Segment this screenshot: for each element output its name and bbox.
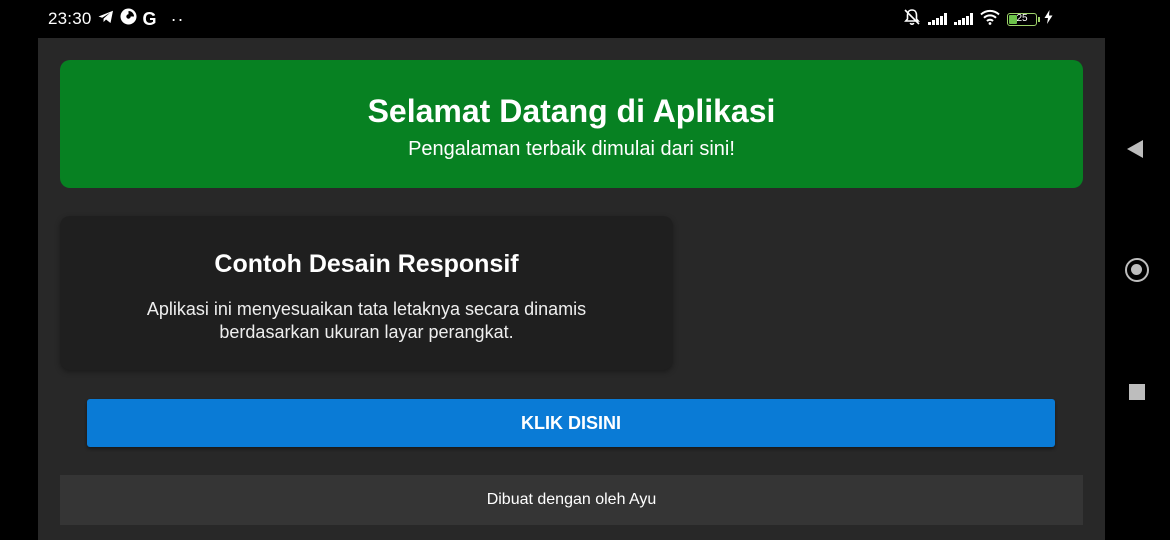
- click-here-button[interactable]: KLIK DISINI: [87, 399, 1055, 447]
- status-bar-right: 25: [903, 8, 1053, 31]
- banner-title: Selamat Datang di Aplikasi: [367, 93, 776, 129]
- charging-icon: [1044, 9, 1053, 29]
- footer: Dibuat dengan oleh Ayu: [60, 475, 1083, 525]
- status-bar: 23:30 G ·· 25: [0, 0, 1170, 38]
- recents-icon[interactable]: [1129, 384, 1145, 400]
- info-card: Contoh Desain Responsif Aplikasi ini men…: [60, 216, 673, 370]
- status-bar-left: 23:30 G ··: [48, 8, 185, 30]
- card-description: Aplikasi ini menyesuaikan tata letaknya …: [146, 299, 587, 342]
- navigation-bar: [1105, 38, 1170, 540]
- welcome-banner: Selamat Datang di Aplikasi Pengalaman te…: [60, 60, 1083, 188]
- signal-icon: [928, 13, 947, 25]
- status-time: 23:30: [48, 9, 92, 28]
- wifi-icon: [980, 9, 1000, 30]
- battery-icon: 25: [1007, 12, 1040, 26]
- bell-off-icon: [903, 8, 921, 31]
- google-icon: G: [142, 8, 157, 29]
- app-screen: Selamat Datang di Aplikasi Pengalaman te…: [38, 38, 1105, 540]
- more-dots-icon: ··: [170, 8, 185, 29]
- pie-chart-icon: [120, 8, 137, 30]
- footer-text: Dibuat dengan oleh Ayu: [486, 491, 657, 508]
- back-icon[interactable]: [1127, 140, 1143, 158]
- banner-subtitle: Pengalaman terbaik dimulai dari sini!: [408, 138, 735, 160]
- telegram-icon: [98, 9, 114, 29]
- battery-level: 25: [1016, 12, 1028, 24]
- card-title: Contoh Desain Responsif: [214, 250, 519, 278]
- signal-icon: [954, 13, 973, 25]
- home-icon[interactable]: [1125, 258, 1149, 282]
